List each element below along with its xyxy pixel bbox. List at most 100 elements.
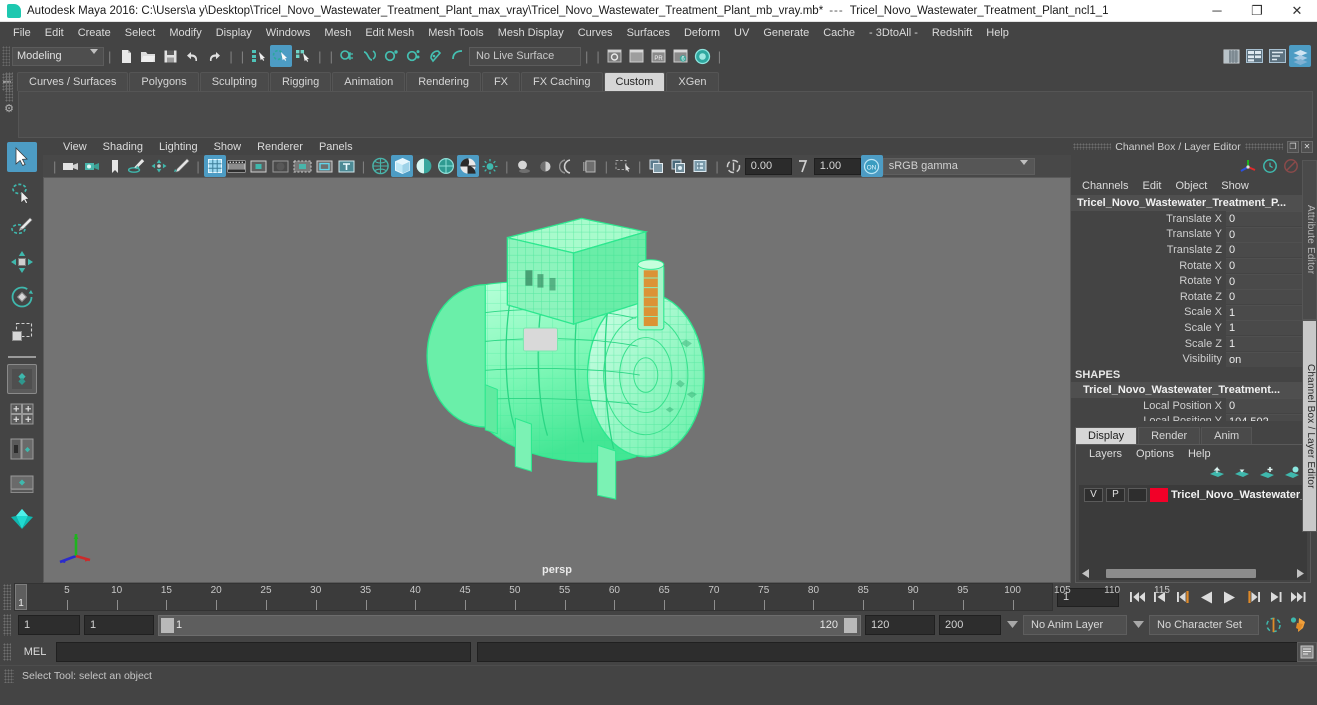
open-scene-icon[interactable] — [137, 45, 159, 67]
channel-row-rotate-z[interactable]: Rotate Z 0 — [1071, 289, 1317, 305]
title-safe-icon[interactable] — [336, 155, 358, 177]
range-start-handle[interactable] — [161, 617, 174, 633]
snap-to-point-icon[interactable] — [381, 45, 403, 67]
channel-box-menu-channels[interactable]: Channels — [1075, 179, 1135, 193]
gamma-icon[interactable] — [792, 155, 814, 177]
select-tool[interactable] — [6, 142, 37, 172]
attribute-value[interactable]: 104.502 — [1226, 413, 1304, 421]
menu-generate[interactable]: Generate — [756, 25, 816, 41]
textured-icon[interactable] — [457, 155, 480, 178]
channel-box-toggle-icon[interactable] — [1289, 45, 1311, 67]
character-set-dropdown-arrow[interactable] — [1131, 621, 1145, 629]
no-entry-icon[interactable] — [1283, 158, 1299, 174]
step-forward-frame-icon[interactable] — [1242, 587, 1263, 608]
status-line-grip[interactable] — [2, 46, 10, 66]
viewport-menu-lighting[interactable]: Lighting — [151, 140, 206, 154]
image-plane-icon[interactable] — [126, 155, 148, 177]
range-slider-grip[interactable] — [0, 614, 14, 636]
paint-select-tool[interactable] — [7, 212, 37, 242]
flat-shade-icon[interactable] — [413, 155, 435, 177]
gear-icon[interactable]: ⚙ — [2, 102, 16, 115]
persp-graph-layout[interactable] — [7, 469, 37, 499]
animation-preferences-icon[interactable] — [1288, 615, 1309, 636]
channel-row-rotate-y[interactable]: Rotate Y 0 — [1071, 273, 1317, 289]
channel-row-scale-z[interactable]: Scale Z 1 — [1071, 336, 1317, 352]
shelf-tab-animation[interactable]: Animation — [332, 72, 406, 91]
close-button[interactable]: ✕ — [1277, 0, 1317, 22]
make-live-icon[interactable] — [447, 45, 469, 67]
new-layer-icon[interactable] — [1259, 466, 1275, 480]
range-end-handle[interactable] — [844, 617, 857, 633]
snap-to-view-plane-icon[interactable] — [425, 45, 447, 67]
occlusion-icon[interactable] — [535, 155, 557, 177]
menu-edit-mesh[interactable]: Edit Mesh — [358, 25, 421, 41]
panel-drag-dots[interactable] — [1073, 143, 1112, 150]
tab-render[interactable]: Render — [1138, 427, 1201, 444]
xray-icon[interactable] — [645, 155, 667, 177]
layer-type-toggle[interactable] — [1128, 487, 1147, 502]
layer-menu-help[interactable]: Help — [1181, 447, 1218, 461]
viewport-menu-view[interactable]: View — [55, 140, 95, 154]
help-line-grip[interactable] — [4, 668, 14, 683]
attribute-value[interactable]: 0 — [1226, 398, 1304, 414]
attribute-value[interactable]: 1 — [1226, 304, 1304, 320]
shelf-tab-curves-surfaces[interactable]: Curves / Surfaces — [17, 72, 129, 91]
layer-list[interactable]: V P Tricel_Novo_Wastewater_ — [1079, 485, 1307, 580]
command-line-grip[interactable] — [0, 643, 14, 661]
clock-icon[interactable] — [1262, 158, 1278, 174]
range-slider[interactable]: 1 120 — [158, 614, 861, 636]
menu-edit[interactable]: Edit — [38, 25, 71, 41]
channel-box-attribute-list[interactable]: Tricel_Novo_Wastewater_Treatment_P... Tr… — [1071, 195, 1317, 421]
vtab-channel-box-layer-editor[interactable]: Channel Box / Layer Editor — [1302, 320, 1317, 532]
shelf-tab-rigging[interactable]: Rigging — [269, 72, 332, 91]
channel-row-scale-y[interactable]: Scale Y 1 — [1071, 320, 1317, 336]
animation-start-time-field[interactable]: 1 — [18, 615, 80, 635]
viewport-menu-panels[interactable]: Panels — [311, 140, 361, 154]
wireframe-on-shaded-icon[interactable] — [435, 155, 457, 177]
menu-mesh-display[interactable]: Mesh Display — [491, 25, 571, 41]
channel-row-visibility[interactable]: Visibility on — [1071, 351, 1317, 367]
channel-row-rotate-x[interactable]: Rotate X 0 — [1071, 258, 1317, 274]
scroll-left-icon[interactable] — [1079, 569, 1092, 578]
perspective-viewport[interactable]: persp — [43, 177, 1071, 583]
ipr-render-icon[interactable]: PR — [648, 45, 670, 67]
layer-color-swatch[interactable] — [1150, 487, 1168, 502]
menu-deform[interactable]: Deform — [677, 25, 727, 41]
playback-end-time-field[interactable]: 120 — [865, 615, 935, 635]
menu-curves[interactable]: Curves — [571, 25, 620, 41]
viewport-menu-renderer[interactable]: Renderer — [249, 140, 311, 154]
menu-surfaces[interactable]: Surfaces — [620, 25, 677, 41]
snap-to-curve-icon[interactable] — [359, 45, 381, 67]
single-perspective-layout[interactable] — [6, 364, 37, 394]
auto-keyframe-icon[interactable] — [1263, 615, 1284, 636]
layer-row[interactable]: V P Tricel_Novo_Wastewater_ — [1079, 485, 1307, 502]
color-profile-selector[interactable]: sRGB gamma — [882, 157, 1035, 177]
go-to-start-icon[interactable] — [1127, 587, 1148, 608]
grid-icon[interactable] — [203, 155, 226, 178]
menu-select[interactable]: Select — [118, 25, 163, 41]
layer-visibility-toggle[interactable]: V — [1084, 487, 1103, 502]
attribute-editor-toggle-icon[interactable] — [1243, 45, 1265, 67]
channel-box-menu-show[interactable]: Show — [1214, 179, 1256, 193]
xgen-icon[interactable] — [7, 504, 37, 534]
menuset-selector[interactable]: Modeling — [12, 46, 104, 66]
grease-pencil-icon[interactable] — [170, 155, 192, 177]
attribute-value[interactable]: 0 — [1226, 226, 1304, 242]
sidebar-toggle-icon[interactable] — [1220, 45, 1242, 67]
attribute-value[interactable]: 1 — [1226, 336, 1304, 352]
shelf-tab-xgen[interactable]: XGen — [666, 72, 719, 91]
isolate-select-icon[interactable] — [612, 155, 634, 177]
tab-display[interactable]: Display — [1075, 427, 1138, 444]
attribute-value[interactable]: 0 — [1226, 289, 1304, 305]
manipulator-axis-icon[interactable] — [1239, 158, 1257, 174]
select-camera-icon[interactable] — [60, 155, 82, 177]
attribute-value[interactable]: 0 — [1226, 211, 1304, 227]
command-input-field[interactable] — [56, 642, 471, 662]
tab-anim[interactable]: Anim — [1201, 427, 1253, 444]
shelf-tab-rendering[interactable]: Rendering — [406, 72, 481, 91]
use-lights-icon[interactable] — [479, 155, 501, 177]
attribute-value[interactable]: on — [1226, 351, 1304, 367]
undock-panel-button[interactable]: ❐ — [1287, 140, 1299, 153]
character-set-selector[interactable]: No Character Set — [1149, 615, 1259, 635]
move-layer-up-icon[interactable] — [1209, 466, 1225, 480]
